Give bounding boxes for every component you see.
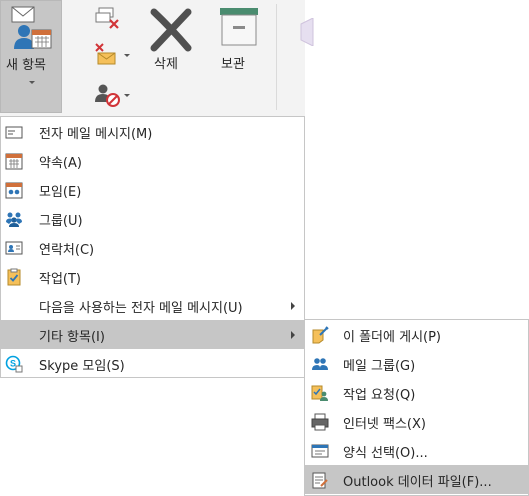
delete-x-icon <box>150 8 192 52</box>
archive-label: 보관 <box>221 57 245 72</box>
submenu-item-post-to-folder[interactable]: 이 폴더에 게시(P) <box>305 320 528 349</box>
meeting-icon <box>5 182 23 199</box>
junk-block-icon <box>95 84 120 107</box>
submenu-item-outlook-data-file[interactable]: Outlook 데이터 파일(F)... <box>305 465 528 494</box>
archive-box-icon <box>220 8 258 46</box>
clean-up-button[interactable] <box>94 42 134 70</box>
submenu-item-label: Outlook 데이터 파일(F)... <box>343 475 492 490</box>
menu-item-label: 모임(E) <box>39 185 82 200</box>
menu-item-label: 그룹(U) <box>39 214 83 229</box>
submenu-item-label: 메일 그룹(G) <box>343 359 416 374</box>
outlook-data-file-icon <box>312 472 328 489</box>
menu-item-label: 기타 항목(I) <box>39 330 105 345</box>
chevron-right-icon <box>291 302 295 310</box>
email-message-icon <box>5 126 23 139</box>
submenu-item-label: 이 폴더에 게시(P) <box>343 330 442 345</box>
archive-button[interactable]: 보관 <box>212 2 266 110</box>
submenu-item-label: 양식 선택(O)... <box>343 446 428 461</box>
menu-item-group[interactable]: 그룹(U) <box>1 204 304 233</box>
internet-fax-icon <box>311 413 329 431</box>
menu-item-email-message[interactable]: 전자 메일 메시지(M) <box>1 117 304 146</box>
new-items-menu: 전자 메일 메시지(M) 약속(A) 모임(E) 그룹(U) 연락처(C) 작업… <box>0 116 305 378</box>
submenu-item-mail-group[interactable]: 메일 그룹(G) <box>305 349 528 378</box>
new-items-button[interactable]: 새 항목 <box>0 0 62 113</box>
menu-item-appointment[interactable]: 약속(A) <box>1 146 304 175</box>
new-items-icon <box>11 6 52 49</box>
mail-group-icon <box>312 358 328 370</box>
menu-item-email-using[interactable]: 다음을 사용하는 전자 메일 메시지(U) <box>1 291 304 320</box>
contact-card-icon <box>5 241 23 255</box>
chevron-down-icon <box>124 54 130 57</box>
menu-item-label: 연락처(C) <box>39 243 95 258</box>
submenu-item-internet-fax[interactable]: 인터넷 팩스(X) <box>305 407 528 436</box>
menu-item-contact[interactable]: 연락처(C) <box>1 233 304 262</box>
menu-item-meeting[interactable]: 모임(E) <box>1 175 304 204</box>
svg-text:S: S <box>10 359 16 369</box>
menu-item-label: Skype 모임(S) <box>39 359 125 374</box>
clean-up-icon <box>95 43 116 65</box>
choose-form-icon <box>311 444 329 458</box>
submenu-item-task-request[interactable]: 작업 요청(Q) <box>305 378 528 407</box>
ribbon-overflow-area <box>300 0 529 118</box>
new-items-label: 새 항목 <box>6 58 47 73</box>
skype-meeting-icon: S <box>5 355 23 373</box>
menu-item-other-items[interactable]: 기타 항목(I) <box>1 320 304 349</box>
menu-item-skype-meeting[interactable]: S Skype 모임(S) <box>1 349 304 378</box>
post-to-folder-icon <box>312 326 329 344</box>
menu-item-task[interactable]: 작업(T) <box>1 262 304 291</box>
ignore-conversation-icon <box>95 7 119 29</box>
task-request-icon <box>311 385 328 401</box>
task-clipboard-icon <box>7 268 21 286</box>
chevron-down-icon <box>29 81 35 84</box>
menu-item-label: 다음을 사용하는 전자 메일 메시지(U) <box>39 301 243 316</box>
delete-label: 삭제 <box>154 57 178 72</box>
group-icon <box>6 212 22 227</box>
menu-item-label: 작업(T) <box>39 272 82 287</box>
chevron-right-icon <box>291 331 295 339</box>
menu-item-label: 약속(A) <box>39 156 82 171</box>
submenu-item-choose-form[interactable]: 양식 선택(O)... <box>305 436 528 465</box>
ignore-button[interactable] <box>94 6 134 34</box>
ribbon-separator <box>276 4 277 110</box>
submenu-item-label: 작업 요청(Q) <box>343 388 416 403</box>
menu-item-label: 전자 메일 메시지(M) <box>39 127 153 142</box>
delete-button[interactable]: 삭제 <box>142 2 200 110</box>
chevron-down-icon <box>124 94 130 97</box>
other-items-submenu: 이 폴더에 게시(P) 메일 그룹(G) 작업 요청(Q) 인터넷 팩스(X) <box>304 319 529 496</box>
calendar-appointment-icon <box>5 153 23 170</box>
submenu-item-label: 인터넷 팩스(X) <box>343 417 426 432</box>
envelope-icon <box>300 18 314 46</box>
junk-button[interactable] <box>94 82 134 110</box>
